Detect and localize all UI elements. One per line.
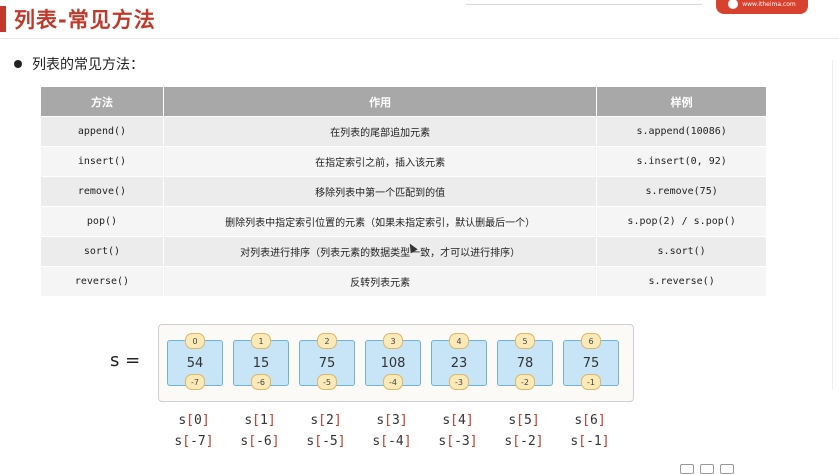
list-variable-label: s = xyxy=(110,350,141,371)
logo-icon xyxy=(728,0,739,9)
positive-subscript-label: s[5] xyxy=(508,413,540,428)
table-row: remove() 移除列表中第一个匹配到的值 s.remove(75) xyxy=(41,176,767,207)
method-cell: insert() xyxy=(41,146,164,177)
section-bullet: 列表的常见方法： xyxy=(14,54,144,74)
negative-subscript-label: s[-1] xyxy=(570,434,610,449)
negative-index-badge: -6 xyxy=(251,374,271,390)
positive-index-badge: 1 xyxy=(251,333,271,349)
negative-subscript-label: s[-5] xyxy=(306,434,346,449)
negative-index-badge: -4 xyxy=(383,374,403,390)
methods-table: 方法 作用 样例 append() 在列表的尾部追加元素 s.append(10… xyxy=(41,87,767,296)
method-cell: reverse() xyxy=(41,266,164,296)
desc-cell: 移除列表中第一个匹配到的值 xyxy=(163,176,598,207)
header-example: 样例 xyxy=(596,87,767,117)
table-row: append() 在列表的尾部追加元素 s.append(10086) xyxy=(41,116,767,147)
example-cell: s.sort() xyxy=(596,236,767,267)
negative-index-badge: -5 xyxy=(317,374,337,390)
logo-text: www.itheima.com xyxy=(742,0,796,8)
title-accent-bar xyxy=(0,6,6,32)
negative-index-badge: -1 xyxy=(581,374,601,390)
method-cell: pop() xyxy=(41,206,164,237)
example-cell: s.remove(75) xyxy=(596,176,767,207)
bullet-text: 列表的常见方法： xyxy=(32,57,144,73)
positive-subscript-label: s[3] xyxy=(376,413,408,428)
example-cell: s.pop(2) / s.pop() xyxy=(596,206,767,237)
positive-subscript-label: s[4] xyxy=(442,413,474,428)
example-cell: s.reverse() xyxy=(596,266,767,296)
bottom-toolbar xyxy=(680,464,734,474)
scrollbar-track[interactable] xyxy=(832,60,833,390)
desc-cell: 在列表的尾部追加元素 xyxy=(163,116,598,147)
positive-index-badge: 2 xyxy=(317,333,337,349)
desc-cell: 对列表进行排序（列表元素的数据类型一致，才可以进行排序） xyxy=(163,236,598,267)
desc-cell: 在指定索引之前，插入该元素 xyxy=(163,146,598,177)
positive-subscript-label: s[1] xyxy=(244,413,276,428)
top-strip-decoration xyxy=(466,0,702,5)
page-title: 列表-常见方法 xyxy=(14,8,156,32)
table-row: reverse() 反转列表元素 s.reverse() xyxy=(41,266,767,296)
positive-index-badge: 5 xyxy=(515,333,535,349)
negative-subscript-label: s[-7] xyxy=(174,434,214,449)
bullet-dot-icon xyxy=(14,60,22,68)
toolbar-icon[interactable] xyxy=(680,464,694,474)
method-cell: sort() xyxy=(41,236,164,267)
table-row: sort() 对列表进行排序（列表元素的数据类型一致，才可以进行排序） s.so… xyxy=(41,236,767,267)
example-cell: s.append(10086) xyxy=(596,116,767,147)
brand-logo: www.itheima.com xyxy=(716,0,808,14)
table-row: pop() 删除列表中指定索引位置的元素（如果未指定索引，默认删最后一个） s.… xyxy=(41,206,767,237)
toolbar-icon[interactable] xyxy=(700,464,714,474)
positive-subscript-label: s[6] xyxy=(574,413,606,428)
example-cell: s.insert(0, 92) xyxy=(596,146,767,177)
desc-cell: 删除列表中指定索引位置的元素（如果未指定索引，默认删最后一个） xyxy=(163,206,598,237)
toolbar-icon[interactable] xyxy=(720,464,734,474)
negative-index-badge: -2 xyxy=(515,374,535,390)
positive-index-badge: 6 xyxy=(581,333,601,349)
positive-subscript-label: s[0] xyxy=(178,413,210,428)
positive-index-badge: 3 xyxy=(383,333,403,349)
header-method: 方法 xyxy=(41,87,164,117)
table-row: insert() 在指定索引之前，插入该元素 s.insert(0, 92) xyxy=(41,146,767,177)
method-cell: append() xyxy=(41,116,164,147)
negative-index-badge: -3 xyxy=(449,374,469,390)
title-bar: 列表-常见方法 xyxy=(0,0,839,40)
positive-index-badge: 4 xyxy=(449,333,469,349)
method-cell: remove() xyxy=(41,176,164,207)
title-divider xyxy=(0,38,839,39)
negative-subscript-label: s[-3] xyxy=(438,434,478,449)
positive-subscript-label: s[2] xyxy=(310,413,342,428)
table-header-row: 方法 作用 样例 xyxy=(41,87,767,117)
negative-subscript-label: s[-2] xyxy=(504,434,544,449)
negative-index-badge: -7 xyxy=(185,374,205,390)
positive-index-badge: 0 xyxy=(185,333,205,349)
negative-subscript-label: s[-4] xyxy=(372,434,412,449)
desc-cell: 反转列表元素 xyxy=(163,266,598,296)
header-purpose: 作用 xyxy=(163,87,598,117)
negative-subscript-label: s[-6] xyxy=(240,434,280,449)
